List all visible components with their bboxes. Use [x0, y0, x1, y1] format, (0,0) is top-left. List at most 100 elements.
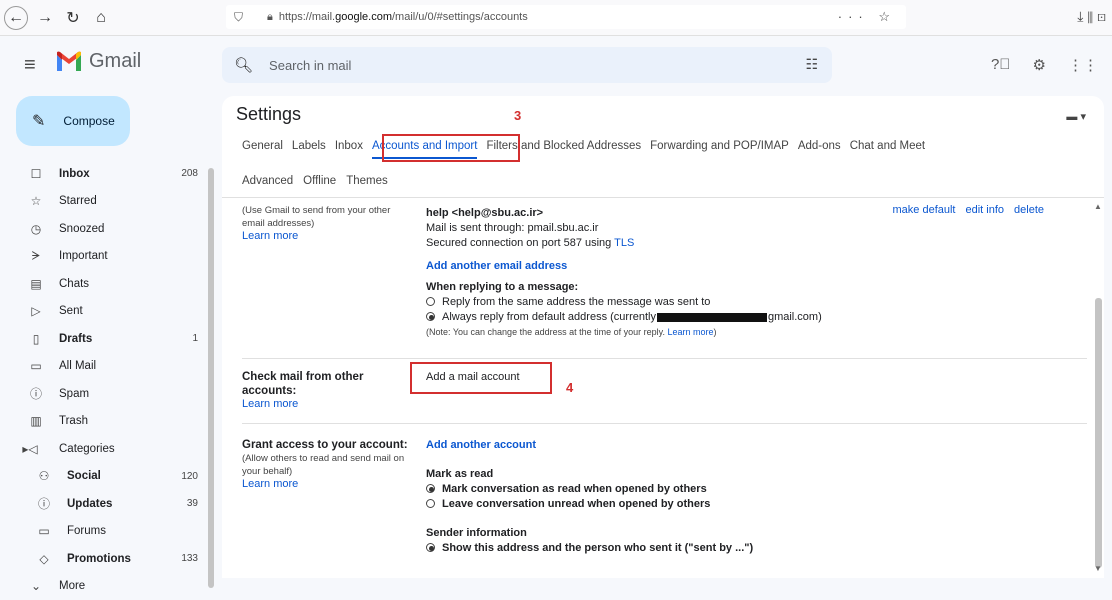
edit-info-link[interactable]: edit info: [965, 204, 1004, 216]
sidebar-item-social[interactable]: ⚇Social120: [0, 463, 208, 491]
sidebar-item-label: Spam: [59, 388, 89, 400]
home-icon[interactable]: ⌂: [90, 7, 112, 29]
scroll-up-icon[interactable]: ▲: [1094, 202, 1102, 211]
send-as-actions: make default edit info delete: [893, 204, 1045, 216]
send-as-desc-line1: (Use Gmail to send from your other: [242, 204, 402, 217]
make-default-link[interactable]: make default: [893, 204, 956, 216]
tab-themes[interactable]: Themes: [346, 175, 388, 187]
annotation-4: 4: [566, 380, 573, 395]
tls-link[interactable]: TLS: [614, 237, 634, 249]
highlight-box-add-mail: [410, 362, 552, 394]
delete-link[interactable]: delete: [1014, 204, 1044, 216]
sidebar-item-label: Promotions: [67, 553, 131, 565]
sidebar-item-promotions[interactable]: ◇Promotions133: [0, 545, 208, 573]
sidebar-item-label: Trash: [59, 415, 88, 427]
spam-icon: ⓘ: [28, 385, 44, 402]
reply-note-learn-more-link[interactable]: Learn more: [667, 327, 713, 337]
redacted-address: [657, 313, 767, 322]
search-icon[interactable]: 🔍︎: [234, 56, 253, 74]
sidebar-item-updates[interactable]: ⓘUpdates39: [0, 490, 208, 518]
forward-arrow-icon[interactable]: →: [34, 7, 56, 29]
sidebar-item-spam[interactable]: ⓘ Spam: [0, 380, 208, 408]
sidebar-item-label: All Mail: [59, 360, 96, 372]
compose-button[interactable]: ✎ Compose: [16, 96, 130, 146]
gmail-logo[interactable]: Gmail: [55, 50, 141, 73]
search-bar[interactable]: 🔍︎ Search in mail ☷: [222, 47, 832, 83]
sidebar-item-important[interactable]: ᗒImportant: [0, 243, 208, 271]
tab-general[interactable]: General: [242, 140, 283, 159]
sidebar-scrollbar[interactable]: [206, 150, 216, 578]
settings-content: (Use Gmail to send from your other email…: [222, 198, 1092, 578]
reply-note-suffix: ): [714, 327, 717, 337]
tab-advanced[interactable]: Advanced: [242, 175, 293, 187]
main-menu-icon[interactable]: ≡: [24, 54, 36, 77]
search-options-icon[interactable]: ☷: [805, 56, 818, 73]
keyboard-icon[interactable]: ▬ ▾: [1066, 110, 1086, 123]
reply-option-same-label: Reply from the same address the message …: [442, 296, 710, 308]
sidebar-item-snoozed[interactable]: ◷Snoozed: [0, 215, 208, 243]
radio-reply-same[interactable]: [426, 297, 435, 306]
sidebar-item-trash[interactable]: ▥ Trash: [0, 408, 208, 436]
radio-mark-read[interactable]: [426, 484, 435, 493]
reload-icon[interactable]: ↻: [62, 7, 84, 29]
add-another-email-link[interactable]: Add another email address: [426, 259, 822, 274]
settings-tabs: GeneralLabelsInboxAccounts and ImportFil…: [242, 140, 934, 159]
sidebar-item-label: Starred: [59, 195, 97, 207]
tab-offline[interactable]: Offline: [303, 175, 336, 187]
draft-icon: ▯: [28, 332, 44, 346]
sidebar-nav: ☐Inbox208☆Starred◷SnoozedᗒImportant▤Chat…: [0, 160, 208, 600]
back-arrow-icon[interactable]: ←: [4, 6, 28, 30]
content-scrollbar[interactable]: ▲ ▼: [1092, 198, 1104, 578]
browser-toolbar-icons[interactable]: ⤓ ⫴ ⊡: [1077, 8, 1106, 25]
sidebar-item-label: Important: [59, 250, 108, 262]
annotation-3: 3: [514, 108, 521, 123]
sidebar-scrollbar-thumb[interactable]: [208, 168, 214, 588]
content-scrollbar-thumb[interactable]: [1095, 298, 1102, 568]
url-bar[interactable]: ⛉ 🔒︎ https://mail.google.com/mail/u/0/#s…: [226, 5, 906, 29]
mark-option-read[interactable]: Mark conversation as read when opened by…: [426, 482, 753, 497]
social-icon: ⚇: [36, 469, 52, 483]
sender-option-show[interactable]: Show this address and the person who sen…: [426, 541, 753, 556]
sidebar-item-inbox[interactable]: ☐Inbox208: [0, 160, 208, 188]
tab-labels[interactable]: Labels: [292, 140, 326, 159]
page-actions-icons[interactable]: ··· ☆: [838, 9, 896, 25]
add-another-account-link[interactable]: Add another account: [426, 438, 753, 453]
sidebar-item-label: Forums: [67, 525, 106, 537]
reply-option-default[interactable]: Always reply from default address (curre…: [426, 310, 822, 325]
sidebar-item-categories[interactable]: ▸◁Categories: [0, 435, 208, 463]
trash-icon: ▥: [28, 414, 44, 428]
sidebar-item-sent[interactable]: ▷Sent: [0, 298, 208, 326]
grant-access-learn-more-link[interactable]: Learn more: [242, 478, 442, 491]
sidebar-item-all-mail[interactable]: ▭ All Mail: [0, 353, 208, 381]
apps-grid-icon[interactable]: ⋮⋮: [1068, 56, 1098, 74]
sidebar-item-label: Inbox: [59, 168, 90, 180]
sidebar-item-starred[interactable]: ☆Starred: [0, 188, 208, 216]
send-icon: ▷: [28, 304, 44, 318]
reply-option-same[interactable]: Reply from the same address the message …: [426, 295, 822, 310]
mark-option-unread[interactable]: Leave conversation unread when opened by…: [426, 497, 753, 512]
check-mail-learn-more-link[interactable]: Learn more: [242, 398, 402, 411]
sidebar-item-chats[interactable]: ▤Chats: [0, 270, 208, 298]
scroll-down-icon[interactable]: ▼: [1094, 564, 1102, 573]
reply-note-prefix: (Note: You can change the address at the…: [426, 327, 667, 337]
send-as-learn-more-link[interactable]: Learn more: [242, 230, 402, 243]
sidebar-item-label: Drafts: [59, 333, 92, 345]
radio-sender-show[interactable]: [426, 543, 435, 552]
tab-add-ons[interactable]: Add-ons: [798, 140, 841, 159]
send-as-address: help <help@sbu.ac.ir>: [426, 206, 822, 221]
gear-icon[interactable]: ⚙: [1033, 56, 1046, 74]
search-input[interactable]: Search in mail: [269, 58, 351, 73]
help-icon[interactable]: ?⃝: [991, 56, 1011, 74]
tab-inbox[interactable]: Inbox: [335, 140, 363, 159]
sidebar-item-more[interactable]: ⌄More: [0, 573, 208, 600]
sidebar-item-label: Social: [67, 470, 101, 482]
shield-icon: ⛉: [234, 10, 243, 25]
radio-reply-default[interactable]: [426, 312, 435, 321]
radio-mark-unread[interactable]: [426, 499, 435, 508]
tab-forwarding-and-pop-imap[interactable]: Forwarding and POP/IMAP: [650, 140, 789, 159]
grant-access-heading: Grant access to your account:: [242, 438, 442, 452]
sidebar-item-drafts[interactable]: ▯Drafts1: [0, 325, 208, 353]
all-mail-icon: ▭: [28, 359, 44, 373]
tab-chat-and-meet[interactable]: Chat and Meet: [850, 140, 925, 159]
sidebar-item-forums[interactable]: ▭Forums: [0, 518, 208, 546]
